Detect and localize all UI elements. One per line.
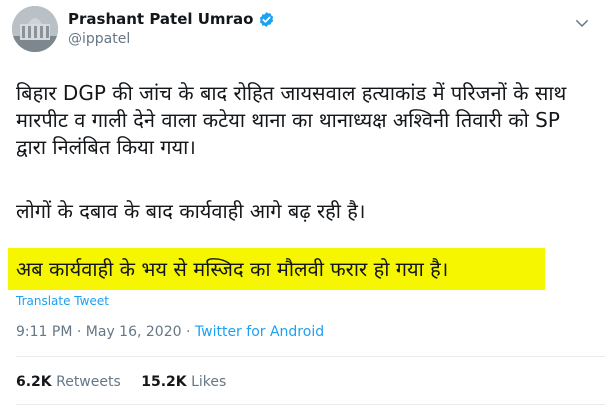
display-name[interactable]: Prashant Patel Umrao [68,10,253,28]
likes-label: Likes [191,374,227,390]
avatar[interactable] [12,6,58,52]
meta-separator: · [185,324,195,340]
divider [16,356,605,357]
tweet-source-link[interactable]: Twitter for Android [195,324,324,340]
chevron-down-icon[interactable] [573,14,591,32]
likes-count: 15.2K [141,374,187,390]
retweets-stat[interactable]: 6.2K Retweets [16,374,121,390]
tweet-meta: 9:11 PM · May 16, 2020 · Twitter for And… [16,324,324,340]
tweet-stats: 6.2K Retweets 15.2K Likes [16,374,242,390]
divider [16,404,605,405]
likes-stat[interactable]: 15.2K Likes [141,374,226,390]
retweets-label: Retweets [56,374,121,390]
meta-separator: · [76,324,86,340]
author-handle[interactable]: @ippatel [68,31,130,47]
verified-badge-icon [258,11,275,28]
tweet-paragraph-1: बिहार DGP की जांच के बाद रोहित जायसवाल ह… [16,81,567,159]
tweet-time[interactable]: 9:11 PM [16,324,72,340]
tweet-text: बिहार DGP की जांच के बाद रोहित जायसवाल ह… [16,80,596,161]
retweets-count: 6.2K [16,374,52,390]
tweet-date[interactable]: May 16, 2020 [86,324,182,340]
tweet-paragraph-3-highlighted: अब कार्यवाही के भय से मस्जिद का मौलवी फर… [16,257,449,281]
author-name-row[interactable]: Prashant Patel Umrao [68,10,275,28]
avatar-image [12,6,58,52]
tweet-paragraph-2: लोगों के दबाव के बाद कार्यवाही आगे बढ़ र… [16,199,366,223]
translate-tweet-link[interactable]: Translate Tweet [16,294,109,308]
